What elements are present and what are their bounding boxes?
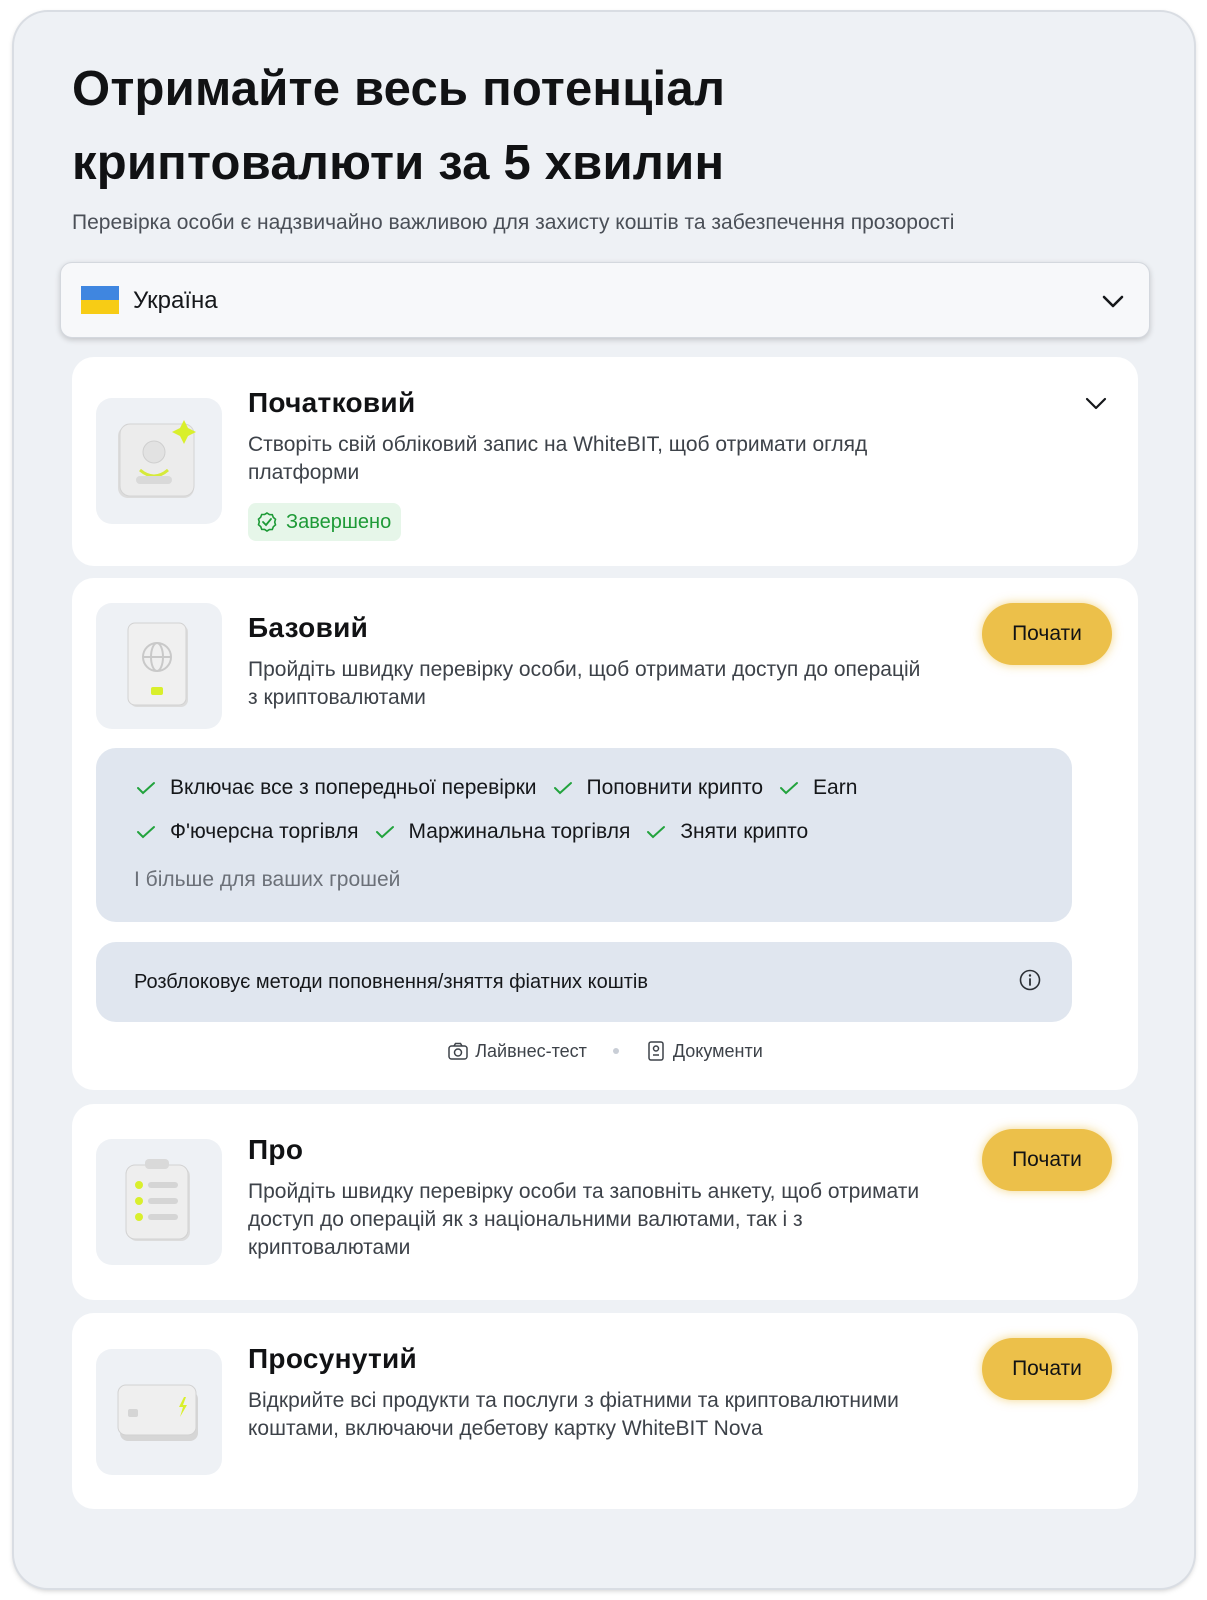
level-card-pro: Про Пройдіть швидку перевірку особи та з… — [72, 1104, 1138, 1300]
chevron-down-icon[interactable] — [1082, 391, 1110, 415]
level-card-basic: Базовий Пройдіть швидку перевірку особи,… — [72, 578, 1138, 1090]
requirement-documents: Документи — [645, 1040, 763, 1062]
check-icon — [553, 782, 572, 795]
check-icon — [780, 782, 799, 795]
level-title: Просунутий — [248, 1343, 418, 1374]
status-text: Завершено — [286, 510, 392, 533]
level-card-initial: Початковий Створіть свій обліковий запис… — [72, 357, 1138, 566]
debit-card-icon — [96, 1349, 222, 1475]
feature-item: Поповнити крипто — [553, 774, 763, 802]
passport-icon — [96, 603, 222, 729]
start-basic-button[interactable]: Почати — [982, 603, 1112, 665]
feature-item: Зняти крипто — [646, 818, 808, 846]
check-icon — [647, 826, 666, 839]
requirement-liveness: Лайвнес-тест — [447, 1040, 587, 1062]
ukraine-flag-icon — [81, 286, 119, 314]
feature-item: Включає все з попередньої перевірки — [136, 774, 537, 802]
check-icon — [375, 826, 394, 839]
start-pro-button[interactable]: Почати — [982, 1129, 1112, 1191]
level-description: Пройдіть швидку перевірку особи та запов… — [248, 1180, 920, 1259]
page-subtitle: Перевірка особи є надзвичайно важливою д… — [72, 211, 955, 234]
check-icon — [137, 826, 155, 839]
level-title: Базовий — [248, 612, 369, 643]
info-icon[interactable] — [1018, 968, 1042, 992]
level-description: Відкрийте всі продукти та послуги з фіат… — [248, 1389, 899, 1440]
page-title: Отримайте весь потенціал криптовалюти за… — [72, 62, 726, 190]
fiat-unlock-panel: Розблоковує методи поповнення/зняття фіа… — [96, 942, 1072, 1022]
level-card-advanced: Просунутий Відкрийте всі продукти та пос… — [72, 1313, 1138, 1509]
document-id-icon — [648, 1041, 664, 1061]
requirements-list: Лайвнес-тест Документи — [72, 1040, 1138, 1062]
level-description: Пройдіть швидку перевірку особи, щоб отр… — [248, 658, 921, 709]
check-badge-icon — [257, 512, 277, 532]
start-advanced-button[interactable]: Почати — [982, 1338, 1112, 1400]
level-title: Про — [248, 1134, 304, 1165]
feature-item: Маржинальна торгівля — [375, 818, 630, 846]
status-badge: Завершено — [248, 503, 402, 541]
verification-page: Отримайте весь потенціал криптовалюти за… — [14, 12, 1194, 1588]
check-icon — [137, 782, 155, 795]
chevron-down-icon — [1102, 295, 1124, 308]
profile-card-icon — [96, 398, 222, 524]
more-benefits-text: І більше для ваших грошей — [134, 868, 401, 891]
feature-item: Ф'ючерсна торгівля — [136, 818, 359, 846]
level-description: Створіть свій обліковий запис на WhiteBI… — [248, 433, 868, 484]
features-panel: Включає все з попередньої перевірки Попо… — [96, 748, 1072, 922]
checklist-icon — [96, 1139, 222, 1265]
feature-item: Earn — [779, 774, 857, 802]
country-select-value: Україна — [133, 287, 218, 314]
country-select[interactable]: Україна — [60, 262, 1150, 338]
level-title: Початковий — [248, 387, 416, 418]
fiat-unlock-text: Розблоковує методи поповнення/зняття фіа… — [134, 971, 648, 993]
separator-dot — [612, 1048, 619, 1054]
camera-icon — [448, 1042, 468, 1060]
